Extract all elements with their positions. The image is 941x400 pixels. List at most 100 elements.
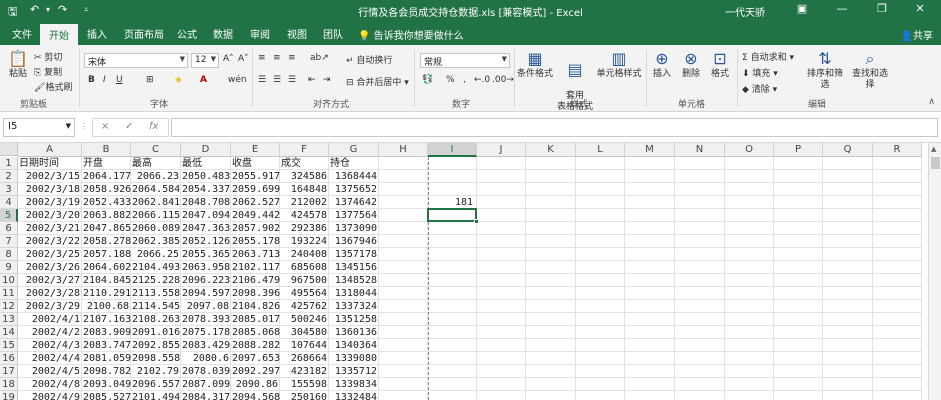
align-center-icon[interactable]: ☰ <box>273 75 281 85</box>
align-bottom-icon[interactable]: ≡ <box>288 53 296 63</box>
cell[interactable] <box>576 313 625 326</box>
cell[interactable] <box>675 248 725 261</box>
data-cell[interactable]: 2093.049 <box>82 378 131 391</box>
cell[interactable] <box>576 222 625 235</box>
cell[interactable] <box>625 209 675 222</box>
data-cell[interactable]: 2055.917 <box>231 170 280 183</box>
header-cell[interactable]: 成交 <box>280 157 329 170</box>
column-header-r[interactable]: R <box>873 143 922 157</box>
cell[interactable] <box>625 183 675 196</box>
data-cell[interactable]: 2060.089 <box>131 222 181 235</box>
cell[interactable] <box>625 326 675 339</box>
number-format-select[interactable]: 常规 ▼ <box>420 53 510 68</box>
data-cell[interactable]: 1339834 <box>329 378 379 391</box>
find-select-button[interactable]: ⌕ 查找和选择 <box>848 49 892 91</box>
cell[interactable] <box>774 352 823 365</box>
column-header-n[interactable]: N <box>675 143 725 157</box>
formula-input[interactable] <box>171 118 938 137</box>
data-cell[interactable]: 2002/3/29 <box>18 300 82 313</box>
cell[interactable] <box>823 300 873 313</box>
cell[interactable] <box>576 261 625 274</box>
data-cell[interactable]: 685608 <box>280 261 329 274</box>
cell[interactable] <box>873 365 922 378</box>
tell-me-box[interactable]: 💡 告诉我你想要做什么 <box>358 27 464 42</box>
data-cell[interactable]: 1318044 <box>329 287 379 300</box>
cell[interactable] <box>526 248 576 261</box>
data-cell[interactable]: 2002/3/28 <box>18 287 82 300</box>
data-cell[interactable]: 2085.527 <box>82 391 131 400</box>
currency-icon[interactable]: 💱 <box>422 75 433 85</box>
data-cell[interactable]: 2050.483 <box>181 170 231 183</box>
cell[interactable] <box>477 339 526 352</box>
data-cell[interactable]: 2078.393 <box>181 313 231 326</box>
cell[interactable] <box>526 222 576 235</box>
wrap-text-button[interactable]: ↵ 自动换行 <box>346 53 392 66</box>
column-header-i[interactable]: I <box>428 143 477 157</box>
cell[interactable] <box>477 170 526 183</box>
data-cell[interactable]: 2002/3/27 <box>18 274 82 287</box>
cell[interactable] <box>823 339 873 352</box>
cell[interactable] <box>526 183 576 196</box>
column-header-p[interactable]: P <box>774 143 823 157</box>
row-header-6[interactable]: 6 <box>0 222 18 235</box>
data-cell[interactable]: 2083.429 <box>181 339 231 352</box>
minimize-icon[interactable]: — <box>827 2 857 20</box>
cell[interactable] <box>774 287 823 300</box>
cell[interactable] <box>428 326 477 339</box>
row-header-15[interactable]: 15 <box>0 339 18 352</box>
data-cell[interactable]: 2098.396 <box>231 287 280 300</box>
cell[interactable] <box>379 183 428 196</box>
data-cell[interactable]: 324586 <box>280 170 329 183</box>
data-cell[interactable]: 2098.558 <box>131 352 181 365</box>
cell[interactable] <box>625 157 675 170</box>
cell[interactable] <box>823 222 873 235</box>
cell[interactable] <box>675 326 725 339</box>
enter-icon[interactable]: ✓ <box>125 121 133 132</box>
cell[interactable] <box>725 274 774 287</box>
cell[interactable] <box>477 261 526 274</box>
cell[interactable] <box>526 300 576 313</box>
cell[interactable] <box>576 209 625 222</box>
column-header-a[interactable]: A <box>18 143 82 157</box>
data-cell[interactable]: 2085.068 <box>231 326 280 339</box>
cell[interactable] <box>428 261 477 274</box>
cell[interactable] <box>823 157 873 170</box>
cell[interactable] <box>774 274 823 287</box>
data-cell[interactable]: 2002/4/3 <box>18 339 82 352</box>
cell[interactable] <box>576 196 625 209</box>
cell[interactable] <box>873 300 922 313</box>
tab-team[interactable]: 团队 <box>323 26 343 41</box>
cell[interactable] <box>725 378 774 391</box>
cell[interactable] <box>379 378 428 391</box>
cell[interactable] <box>477 326 526 339</box>
data-cell[interactable]: 2002/4/5 <box>18 365 82 378</box>
cell[interactable] <box>576 235 625 248</box>
row-header-2[interactable]: 2 <box>0 170 18 183</box>
data-cell[interactable]: 2083.747 <box>82 339 131 352</box>
tab-data[interactable]: 数据 <box>213 26 233 41</box>
cell[interactable] <box>725 365 774 378</box>
row-header-11[interactable]: 11 <box>0 287 18 300</box>
cut-button[interactable]: ✂ 剪切 <box>34 50 62 63</box>
row-header-17[interactable]: 17 <box>0 365 18 378</box>
bold-icon[interactable]: B <box>88 75 95 85</box>
column-header-h[interactable]: H <box>379 143 428 157</box>
data-cell[interactable]: 2091.016 <box>131 326 181 339</box>
cell[interactable] <box>428 378 477 391</box>
cell[interactable] <box>428 287 477 300</box>
cell[interactable] <box>625 248 675 261</box>
row-header-14[interactable]: 14 <box>0 326 18 339</box>
cell[interactable] <box>576 352 625 365</box>
row-header-1[interactable]: 1 <box>0 157 18 170</box>
cell[interactable] <box>428 300 477 313</box>
cell[interactable] <box>873 157 922 170</box>
data-cell[interactable]: 2002/3/20 <box>18 209 82 222</box>
cell[interactable] <box>873 222 922 235</box>
data-cell[interactable]: 2104.845 <box>82 274 131 287</box>
data-cell[interactable]: 2107.163 <box>82 313 131 326</box>
data-cell[interactable]: 1357178 <box>329 248 379 261</box>
cell[interactable] <box>428 339 477 352</box>
cell[interactable] <box>725 300 774 313</box>
cell[interactable] <box>873 287 922 300</box>
cell[interactable] <box>477 378 526 391</box>
